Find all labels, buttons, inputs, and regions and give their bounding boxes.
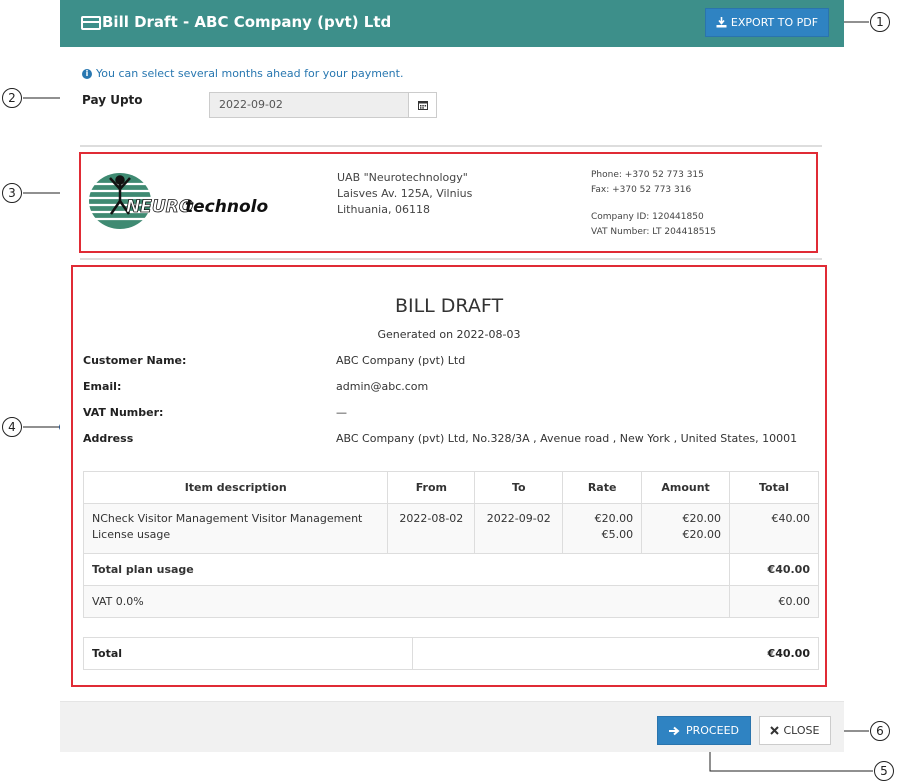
neurotechnology-logo: NEURO technology (89, 173, 268, 229)
item-total: €40.00 (729, 503, 819, 554)
item-amount: €20.00 €20.00 (641, 503, 731, 554)
customer-name-label: Customer Name: (83, 354, 187, 367)
close-label: CLOSE (783, 724, 820, 737)
column-header: Total (729, 471, 819, 504)
callout-4: 4 (2, 417, 22, 437)
dialog-title: Bill Draft - ABC Company (pvt) Ltd (102, 13, 392, 31)
total-value: €40.00 (411, 637, 820, 670)
company-info-section: NEURO technology UAB "Neurotechnology" L… (79, 152, 818, 253)
callout-6: 6 (870, 721, 890, 741)
close-icon (770, 726, 780, 735)
item-to: 2022-09-02 (474, 503, 564, 554)
total-label: Total (83, 637, 413, 670)
svg-text:technology: technology (185, 197, 268, 217)
bill-items-table: Item description From To Rate Amount Tot… (82, 471, 819, 618)
column-header: Item description (82, 471, 389, 504)
export-to-pdf-button[interactable]: EXPORT TO PDF (705, 8, 829, 37)
column-header: To (474, 471, 564, 504)
pay-upto-date-field[interactable]: 2022-09-02 (209, 92, 409, 118)
arrow-right-icon (669, 726, 680, 735)
vat-row-label: VAT 0.0% (82, 585, 731, 618)
proceed-button[interactable]: PROCEED (657, 716, 751, 745)
vat-number-value: — (336, 406, 347, 419)
contacts-spacer (591, 198, 716, 210)
bill-total-table: Total €40.00 (83, 637, 820, 670)
email-label: Email: (83, 380, 122, 393)
calendar-button[interactable] (408, 92, 437, 118)
info-text: You can select several months ahead for … (96, 67, 404, 80)
rate-line: €20.00 (594, 512, 634, 525)
calendar-icon (417, 101, 428, 110)
total-row: Total €40.00 (83, 637, 820, 670)
address-line-3: Lithuania, 06118 (337, 203, 430, 216)
company-vat-number: VAT Number: LT 204418515 (591, 227, 716, 237)
plan-usage-row: Total plan usage €40.00 (82, 553, 819, 586)
column-header: Rate (562, 471, 643, 504)
vat-row: VAT 0.0% €0.00 (82, 585, 819, 618)
company-phone: Phone: +370 52 773 315 (591, 170, 704, 180)
bill-draft-dialog: Bill Draft - ABC Company (pvt) Ltd EXPOR… (60, 0, 844, 752)
item-rate: €20.00 €5.00 (562, 503, 643, 554)
callout-5: 5 (874, 761, 894, 781)
item-from: 2022-08-02 (387, 503, 476, 554)
column-header: Amount (641, 471, 731, 504)
address-value: ABC Company (pvt) Ltd, No.328/3A , Avenu… (336, 432, 798, 445)
download-icon (716, 17, 727, 28)
bill-title: BILL DRAFT (394, 295, 504, 317)
company-fax: Fax: +370 52 773 316 (591, 185, 692, 195)
amount-line: €20.00 (682, 512, 722, 525)
table-row: NCheck Visitor Management Visitor Manage… (82, 503, 819, 554)
proceed-label: PROCEED (686, 724, 739, 737)
close-button[interactable]: CLOSE (759, 716, 831, 745)
email-value: admin@abc.com (336, 380, 429, 393)
company-contacts: Phone: +370 52 773 315 Fax: +370 52 773 … (591, 168, 716, 240)
customer-name-value: ABC Company (pvt) Ltd (336, 354, 466, 367)
plan-usage-total: €40.00 (729, 553, 819, 586)
address-label: Address (83, 432, 134, 445)
plan-usage-label: Total plan usage (82, 553, 731, 586)
company-id: Company ID: 120441850 (591, 212, 704, 222)
dialog-header: Bill Draft - ABC Company (pvt) Ltd EXPOR… (60, 0, 844, 47)
column-header: From (387, 471, 476, 504)
pay-upto-label: Pay Upto (82, 93, 143, 107)
divider (80, 258, 822, 260)
bill-generated-date: Generated on 2022-08-03 (377, 328, 521, 341)
table-header-row: Item description From To Rate Amount Tot… (82, 471, 819, 504)
divider (80, 145, 822, 147)
export-label: EXPORT TO PDF (730, 16, 819, 29)
vat-row-total: €0.00 (729, 585, 819, 618)
bill-section: BILL DRAFT Generated on 2022-08-03 Custo… (71, 265, 827, 687)
callout-3: 3 (2, 183, 22, 203)
company-address: UAB "Neurotechnology" Laisves Av. 125A, … (337, 170, 472, 218)
svg-text:NEURO: NEURO (126, 197, 193, 217)
callout-2: 2 (2, 88, 22, 108)
info-icon: i (82, 68, 92, 79)
vat-number-label: VAT Number: (83, 406, 164, 419)
address-line-2: Laisves Av. 125A, Vilnius (337, 187, 473, 200)
info-message: i You can select several months ahead fo… (82, 67, 403, 80)
credit-card-icon (81, 16, 101, 30)
item-description: NCheck Visitor Management Visitor Manage… (82, 503, 389, 554)
address-line-1: UAB "Neurotechnology" (337, 171, 468, 184)
dialog-footer: PROCEED CLOSE (60, 701, 844, 752)
amount-line: €20.00 (682, 528, 722, 541)
callout-1: 1 (870, 12, 890, 32)
rate-line: €5.00 (601, 528, 634, 541)
